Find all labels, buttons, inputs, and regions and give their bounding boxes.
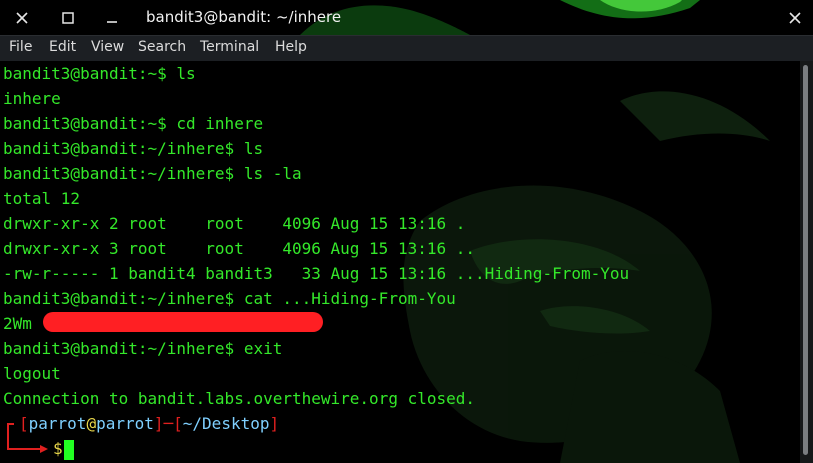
menu-edit[interactable]: Edit: [49, 39, 76, 55]
title-bar: bandit3@bandit: ~/inhere: [0, 0, 813, 35]
maximize-button[interactable]: [56, 6, 80, 30]
prompt-path: ~/Desktop: [182, 414, 270, 433]
menu-help[interactable]: Help: [275, 39, 307, 55]
terminal-line: bandit3@bandit:~/inhere$ ls: [3, 139, 264, 158]
terminal-line: inhere: [3, 89, 61, 108]
terminal-area[interactable]: bandit3@bandit:~$ ls inhere bandit3@band…: [0, 61, 813, 463]
shell-prompt-line: [parrot@parrot]─[~/Desktop]: [3, 411, 798, 436]
prompt-at: @: [86, 414, 97, 433]
terminal-output: bandit3@bandit:~$ ls inhere bandit3@band…: [3, 61, 798, 461]
menu-terminal[interactable]: Terminal: [200, 39, 259, 55]
redaction-mark: [43, 312, 323, 332]
prompt-frame-mid: ]─[: [153, 414, 183, 433]
minimize-button[interactable]: [100, 6, 124, 30]
shell-input-line: $: [3, 436, 798, 461]
minimize-icon: [107, 21, 117, 23]
prompt-host: parrot: [96, 414, 154, 433]
menu-file[interactable]: File: [9, 39, 32, 55]
close-button-right[interactable]: [783, 6, 807, 30]
terminal-line: logout: [3, 364, 61, 383]
close-button[interactable]: [10, 6, 34, 30]
maximize-icon: [62, 12, 74, 24]
scrollbar-thumb[interactable]: [803, 65, 808, 455]
terminal-line: total 12: [3, 189, 81, 208]
terminal-scrollbar[interactable]: [800, 61, 813, 463]
terminal-line: drwxr-xr-x 3 root root 4096 Aug 15 13:16…: [3, 239, 476, 258]
close-icon: [16, 12, 28, 24]
menu-search[interactable]: Search: [138, 39, 186, 55]
window-title: bandit3@bandit: ~/inhere: [146, 8, 342, 26]
terminal-line: bandit3@bandit:~$ cd inhere: [3, 114, 264, 133]
close-icon: [789, 12, 801, 24]
terminal-line: bandit3@bandit:~/inhere$ exit: [3, 339, 283, 358]
terminal-line: bandit3@bandit:~/inhere$ ls -la: [3, 164, 302, 183]
terminal-line: bandit3@bandit:~$ ls: [3, 64, 196, 83]
terminal-line: -rw-r----- 1 bandit4 bandit3 33 Aug 15 1…: [3, 264, 630, 283]
terminal-line: Connection to bandit.labs.overthewire.or…: [3, 389, 476, 408]
prompt-frame-corner: [7, 423, 48, 453]
text-cursor: [63, 439, 74, 460]
menu-bar: File Edit View Search Terminal Help: [0, 35, 813, 61]
terminal-line: bandit3@bandit:~/inhere$ cat ...Hiding-F…: [3, 289, 456, 308]
terminal-line: drwxr-xr-x 2 root root 4096 Aug 15 13:16…: [3, 214, 466, 233]
prompt-frame-close: ]: [269, 414, 280, 433]
menu-view[interactable]: View: [91, 39, 124, 55]
